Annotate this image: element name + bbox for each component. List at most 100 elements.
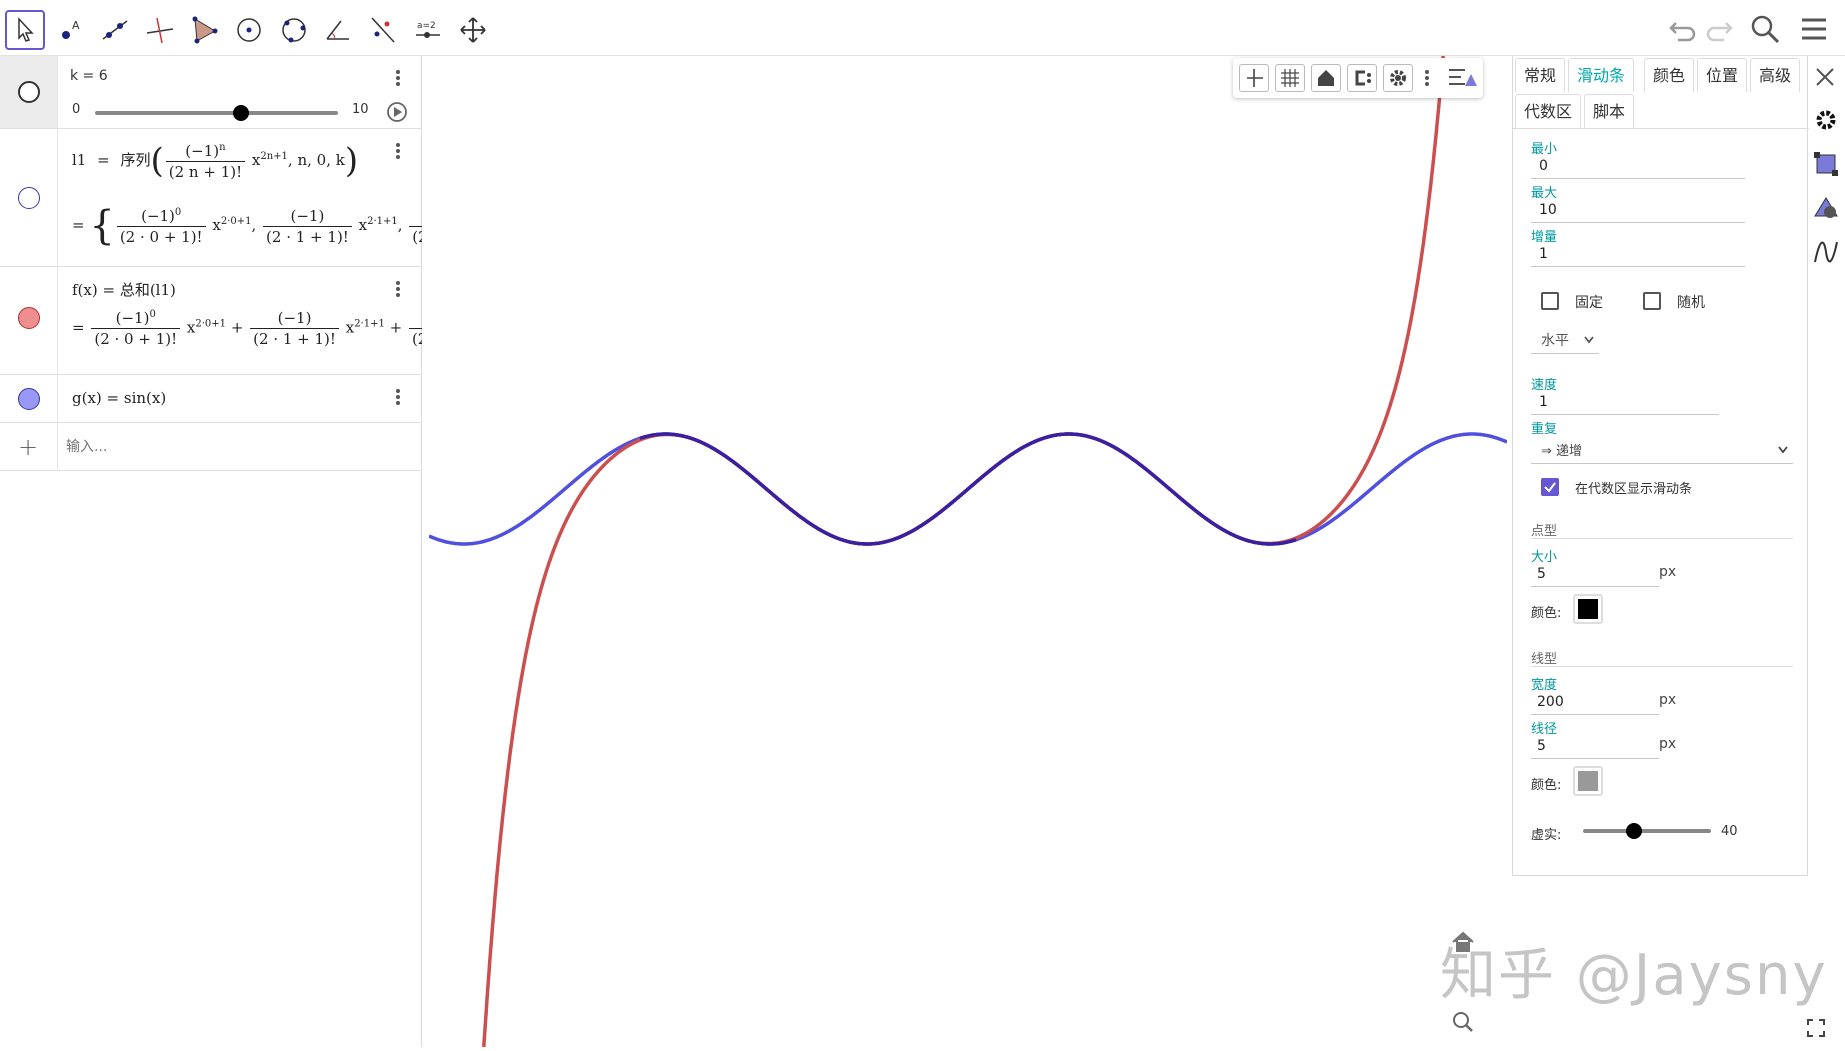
- thickness-unit: px: [1659, 736, 1677, 752]
- object-style-icon[interactable]: [1812, 194, 1840, 222]
- line-color-swatch[interactable]: [1573, 766, 1603, 796]
- tab-slider[interactable]: 滑动条: [1568, 58, 1635, 92]
- circle-three-points-icon: [282, 18, 306, 43]
- thickness-field[interactable]: 5: [1537, 738, 1546, 754]
- function-name: 序列: [120, 151, 151, 169]
- graphics-settings-button[interactable]: [1383, 64, 1413, 92]
- orientation-dropdown[interactable]: 水平: [1531, 326, 1599, 354]
- zoom-in-icon[interactable]: [1449, 1008, 1477, 1036]
- point-color-swatch[interactable]: [1573, 594, 1603, 624]
- exponent: 2n+1: [260, 151, 288, 162]
- more-options-icon[interactable]: [390, 141, 406, 165]
- menu-icon[interactable]: [1798, 13, 1830, 45]
- algebra-row-l1[interactable]: l1 = 序列((−1)n (2 n + 1)! x2n+1, n, 0, k) …: [0, 129, 422, 267]
- more-options-icon[interactable]: [390, 68, 406, 92]
- visibility-toggle-l1[interactable]: [18, 187, 40, 209]
- section-divider: [1531, 538, 1793, 539]
- equals-sign: =: [97, 151, 110, 169]
- width-field[interactable]: 200: [1537, 694, 1564, 710]
- overlap-curve: [639, 432, 1297, 546]
- algebra-row-f[interactable]: f(x) = 总和(l1) = (−1)0 (2 · 0 + 1)! x2·0+1…: [0, 267, 422, 375]
- standard-view-button[interactable]: [1311, 64, 1341, 92]
- opacity-slider-track[interactable]: [1583, 829, 1711, 833]
- graphics-view[interactable]: [428, 4, 1508, 1051]
- algebra-row-slider-k[interactable]: k = 6 0 10: [0, 56, 422, 129]
- polygon-tool-button[interactable]: [184, 10, 224, 50]
- size-field[interactable]: 5: [1537, 566, 1546, 582]
- search-icon[interactable]: [1749, 13, 1781, 45]
- redo-icon[interactable]: [1704, 13, 1736, 45]
- step-field[interactable]: 1: [1539, 246, 1548, 262]
- undo-icon[interactable]: [1666, 13, 1698, 45]
- sequence-params: , n, 0, k: [287, 151, 345, 169]
- line-color-fill: [1578, 771, 1598, 791]
- tab-basic[interactable]: 常规: [1515, 58, 1566, 92]
- plus-icon[interactable]: +: [18, 433, 38, 461]
- algebra-row-g[interactable]: g(x) = sin(x): [0, 375, 422, 423]
- size-unit: px: [1659, 564, 1677, 580]
- grid-toggle-button[interactable]: [1275, 64, 1305, 92]
- tab-advanced[interactable]: 高级: [1750, 58, 1801, 92]
- point-icon: A: [62, 19, 80, 39]
- max-field[interactable]: 10: [1539, 202, 1557, 218]
- point-capturing-button[interactable]: [1347, 64, 1377, 92]
- circle-center-tool-button[interactable]: [229, 10, 269, 50]
- tab-position[interactable]: 位置: [1697, 58, 1748, 92]
- random-label: 随机: [1677, 295, 1705, 311]
- more-options-icon[interactable]: [390, 387, 406, 411]
- play-icon[interactable]: [386, 101, 408, 123]
- algebra-view: k = 6 0 10 l1 = 序列((−1)n (2 n + 1)! x2n+1…: [0, 56, 422, 1047]
- min-label: 最小: [1531, 142, 1558, 157]
- function-icon[interactable]: [1812, 238, 1840, 266]
- gear-icon[interactable]: [1812, 106, 1840, 134]
- graphics-view-icon[interactable]: [1812, 150, 1840, 178]
- line-style-header: 线型: [1531, 652, 1558, 667]
- chevron-down-icon: [1584, 336, 1594, 344]
- gear-icon: [1390, 70, 1406, 86]
- opacity-slider-knob[interactable]: [1626, 823, 1643, 839]
- random-checkbox[interactable]: [1643, 292, 1661, 310]
- style-bar-toggle-icon[interactable]: [1447, 66, 1477, 90]
- axes-toggle-button[interactable]: [1239, 64, 1269, 92]
- min-field[interactable]: 0: [1539, 158, 1548, 174]
- tab-color[interactable]: 颜色: [1644, 58, 1695, 92]
- section-divider: [1531, 666, 1793, 667]
- max-field-underline: [1531, 222, 1745, 223]
- width-field-underline: [1531, 714, 1659, 715]
- move-view-tool-button[interactable]: [453, 10, 493, 50]
- fullscreen-icon[interactable]: [1806, 1018, 1826, 1038]
- algebra-input[interactable]: [66, 435, 396, 459]
- more-options-icon[interactable]: [390, 279, 406, 303]
- perpendicular-tool-button[interactable]: [140, 10, 180, 50]
- repeat-dropdown[interactable]: ⇒ 递增: [1531, 436, 1793, 464]
- tab-scripting[interactable]: 脚本: [1584, 94, 1635, 128]
- point-style-header: 点型: [1531, 524, 1558, 539]
- frac-numerator: (−1): [185, 141, 220, 160]
- angle-tool-button[interactable]: [318, 10, 358, 50]
- visibility-toggle-f[interactable]: [18, 307, 40, 329]
- tab-divider: [1513, 128, 1809, 129]
- line-tool-button[interactable]: [95, 10, 135, 50]
- g-definition: g(x) = sin(x): [72, 389, 167, 407]
- slider-tool-button[interactable]: a=2: [408, 10, 448, 50]
- close-icon[interactable]: [1812, 64, 1838, 90]
- f-definition: f(x) = 总和(l1): [72, 281, 176, 299]
- point-tool-button[interactable]: A: [50, 10, 90, 50]
- visibility-toggle-g[interactable]: [18, 388, 40, 410]
- visibility-toggle-k[interactable]: [18, 81, 40, 103]
- fixed-checkbox[interactable]: [1541, 292, 1559, 310]
- algebra-input-row[interactable]: +: [0, 423, 422, 471]
- slider-knob[interactable]: [232, 105, 249, 121]
- perpendicular-icon: [146, 17, 174, 44]
- tab-algebra[interactable]: 代数区: [1515, 94, 1582, 128]
- show-slider-checkbox[interactable]: [1541, 478, 1559, 496]
- move-tool-button[interactable]: [5, 10, 45, 50]
- cursor-icon: [18, 17, 34, 42]
- watermark: 知乎 @Jaysny: [1440, 943, 1828, 1008]
- circle-three-points-tool-button[interactable]: [274, 10, 314, 50]
- reflect-tool-button[interactable]: [363, 10, 403, 50]
- speed-field[interactable]: 1: [1539, 394, 1548, 410]
- slider-track[interactable]: [95, 111, 338, 115]
- more-options-icon[interactable]: [1425, 68, 1429, 88]
- width-unit: px: [1659, 692, 1677, 708]
